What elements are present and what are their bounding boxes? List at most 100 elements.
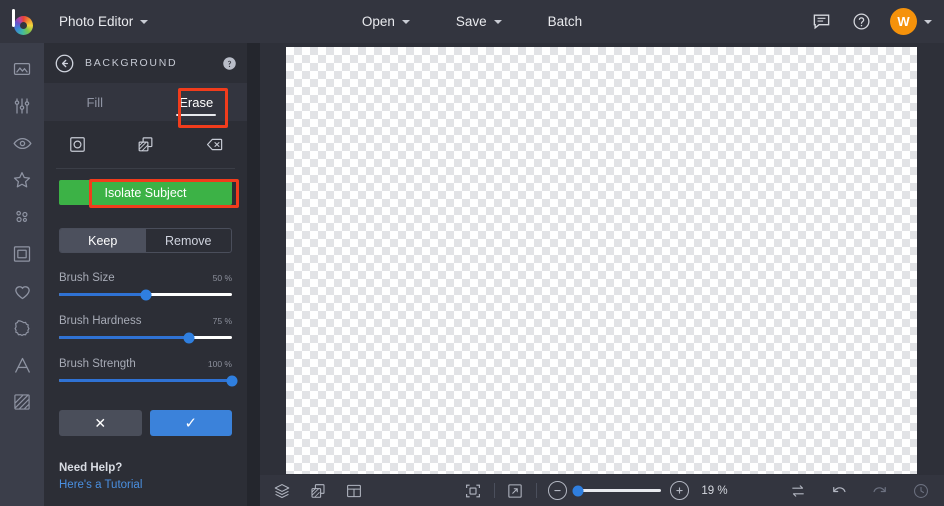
save-button-label: Save bbox=[455, 14, 487, 29]
sidebar-item-elements[interactable] bbox=[7, 279, 37, 303]
history-icon[interactable] bbox=[911, 481, 930, 500]
help-icon[interactable] bbox=[222, 56, 237, 71]
zoom-in-button[interactable] bbox=[669, 481, 689, 500]
brush-size-track[interactable] bbox=[59, 289, 232, 300]
erase-tool-row bbox=[44, 121, 247, 166]
sidebar-item-adjust[interactable] bbox=[7, 94, 37, 118]
brush-hardness-thumb[interactable] bbox=[183, 332, 195, 343]
remove-option-label: Remove bbox=[164, 233, 212, 248]
brush-hardness-value: 75 % bbox=[212, 316, 232, 326]
open-button-label: Open bbox=[361, 14, 395, 29]
zoom-out-button[interactable] bbox=[547, 481, 567, 500]
separator bbox=[535, 483, 537, 498]
redo-icon[interactable] bbox=[870, 481, 889, 500]
sidebar-item-particles[interactable] bbox=[7, 205, 37, 229]
sidebar-item-overlays[interactable] bbox=[7, 168, 37, 192]
brush-strength-fill bbox=[59, 379, 232, 382]
tab-fill-label: Fill bbox=[86, 94, 104, 110]
app-logo[interactable] bbox=[0, 0, 44, 43]
app-menu-label: Photo Editor bbox=[59, 14, 134, 29]
fill-erase-tabs: Fill Erase bbox=[44, 83, 247, 121]
keep-option[interactable]: Keep bbox=[60, 229, 146, 252]
chevron-down-icon bbox=[140, 19, 149, 24]
sidebar-item-frames[interactable] bbox=[7, 242, 37, 266]
batch-button[interactable]: Batch bbox=[539, 9, 592, 34]
background-panel: BACKGROUND Fill Erase Isolate Subject Ke… bbox=[44, 43, 247, 506]
open-button[interactable]: Open bbox=[353, 9, 419, 34]
top-bar: Photo Editor Open Save Batch W bbox=[0, 0, 944, 43]
brush-size-fill bbox=[59, 293, 146, 296]
panel-actions: ✕ ✓ bbox=[59, 410, 232, 436]
sidebar-item-texture[interactable] bbox=[7, 390, 37, 414]
cancel-button[interactable]: ✕ bbox=[59, 410, 142, 436]
panel-body: Isolate Subject Keep Remove Brush Size 5… bbox=[44, 168, 247, 491]
sidebar-item-image[interactable] bbox=[7, 57, 37, 81]
brush-hardness-fill bbox=[59, 336, 189, 339]
feedback-icon[interactable] bbox=[810, 11, 832, 33]
avatar-initial: W bbox=[897, 14, 910, 29]
eraser-tool-icon[interactable] bbox=[201, 131, 227, 157]
app-menu-photo-editor[interactable]: Photo Editor bbox=[48, 8, 159, 35]
save-button[interactable]: Save bbox=[447, 9, 511, 34]
isolate-subject-label: Isolate Subject bbox=[104, 185, 187, 200]
help-icon[interactable] bbox=[850, 11, 872, 33]
brush-tool-icon[interactable] bbox=[64, 131, 90, 157]
avatar[interactable]: W bbox=[890, 8, 917, 35]
slider-label-row: Brush Strength 100 % bbox=[59, 358, 232, 370]
keep-option-label: Keep bbox=[88, 233, 118, 248]
zoom-slider-thumb[interactable] bbox=[572, 485, 583, 496]
zoom-level: 19 % bbox=[701, 484, 728, 497]
divider bbox=[56, 168, 235, 169]
tutorial-link[interactable]: Here's a Tutorial bbox=[59, 479, 232, 491]
batch-button-label: Batch bbox=[547, 14, 583, 29]
slider-label-row: Brush Hardness 75 % bbox=[59, 315, 232, 327]
brush-hardness-label: Brush Hardness bbox=[59, 315, 142, 327]
page-title: BACKGROUND bbox=[85, 57, 178, 69]
bottom-right-tools bbox=[788, 481, 930, 500]
panel-header: BACKGROUND bbox=[44, 43, 247, 83]
undo-icon[interactable] bbox=[829, 481, 848, 500]
zoom-slider[interactable] bbox=[572, 485, 661, 496]
brush-strength-label: Brush Strength bbox=[59, 358, 136, 370]
brush-size-value: 50 % bbox=[212, 273, 232, 283]
sidebar-item-text[interactable] bbox=[7, 353, 37, 377]
sidebar-item-effects[interactable] bbox=[7, 131, 37, 155]
brush-strength-thumb[interactable] bbox=[226, 375, 238, 386]
chevron-down-icon bbox=[493, 19, 502, 24]
isolate-subject-button[interactable]: Isolate Subject bbox=[59, 180, 232, 205]
back-arrow-icon[interactable] bbox=[54, 53, 75, 74]
bottom-bar: 19 % bbox=[260, 475, 944, 506]
keep-remove-toggle: Keep Remove bbox=[59, 228, 232, 253]
panel-gutter bbox=[247, 43, 260, 506]
image-canvas[interactable] bbox=[286, 47, 917, 474]
fullscreen-icon[interactable] bbox=[506, 481, 525, 500]
chevron-down-icon[interactable] bbox=[924, 19, 932, 24]
compare-icon[interactable] bbox=[788, 481, 807, 500]
photo-editor-app: Photo Editor Open Save Batch W BACKGROUN… bbox=[0, 0, 944, 506]
top-right-actions: W bbox=[810, 0, 932, 43]
tab-fill[interactable]: Fill bbox=[44, 83, 146, 121]
remove-option[interactable]: Remove bbox=[146, 229, 232, 252]
close-icon: ✕ bbox=[94, 414, 107, 431]
brush-hardness-track[interactable] bbox=[59, 332, 232, 343]
brush-strength-track[interactable] bbox=[59, 375, 238, 386]
sidebar-item-stickers[interactable] bbox=[7, 316, 37, 340]
brush-hardness-slider[interactable]: Brush Hardness 75 % bbox=[59, 315, 232, 343]
confirm-button[interactable]: ✓ bbox=[149, 410, 232, 436]
chevron-down-icon bbox=[401, 19, 410, 24]
need-help-block: Need Help? Here's a Tutorial bbox=[59, 462, 232, 491]
brush-strength-slider[interactable]: Brush Strength 100 % bbox=[59, 358, 238, 386]
color-wheel-logo-icon bbox=[9, 8, 35, 35]
transparency-tool-icon[interactable] bbox=[133, 131, 159, 157]
tab-erase[interactable]: Erase bbox=[146, 83, 248, 121]
fit-to-screen-icon[interactable] bbox=[464, 481, 483, 500]
separator bbox=[493, 483, 495, 498]
brush-size-slider[interactable]: Brush Size 50 % bbox=[59, 272, 232, 300]
tab-active-underline bbox=[176, 113, 217, 116]
left-icon-rail bbox=[0, 43, 44, 506]
brush-strength-value: 100 % bbox=[207, 359, 232, 369]
canvas-stage bbox=[260, 43, 944, 475]
brush-size-label: Brush Size bbox=[59, 272, 115, 284]
brush-size-thumb[interactable] bbox=[140, 289, 151, 300]
check-icon: ✓ bbox=[184, 415, 198, 432]
